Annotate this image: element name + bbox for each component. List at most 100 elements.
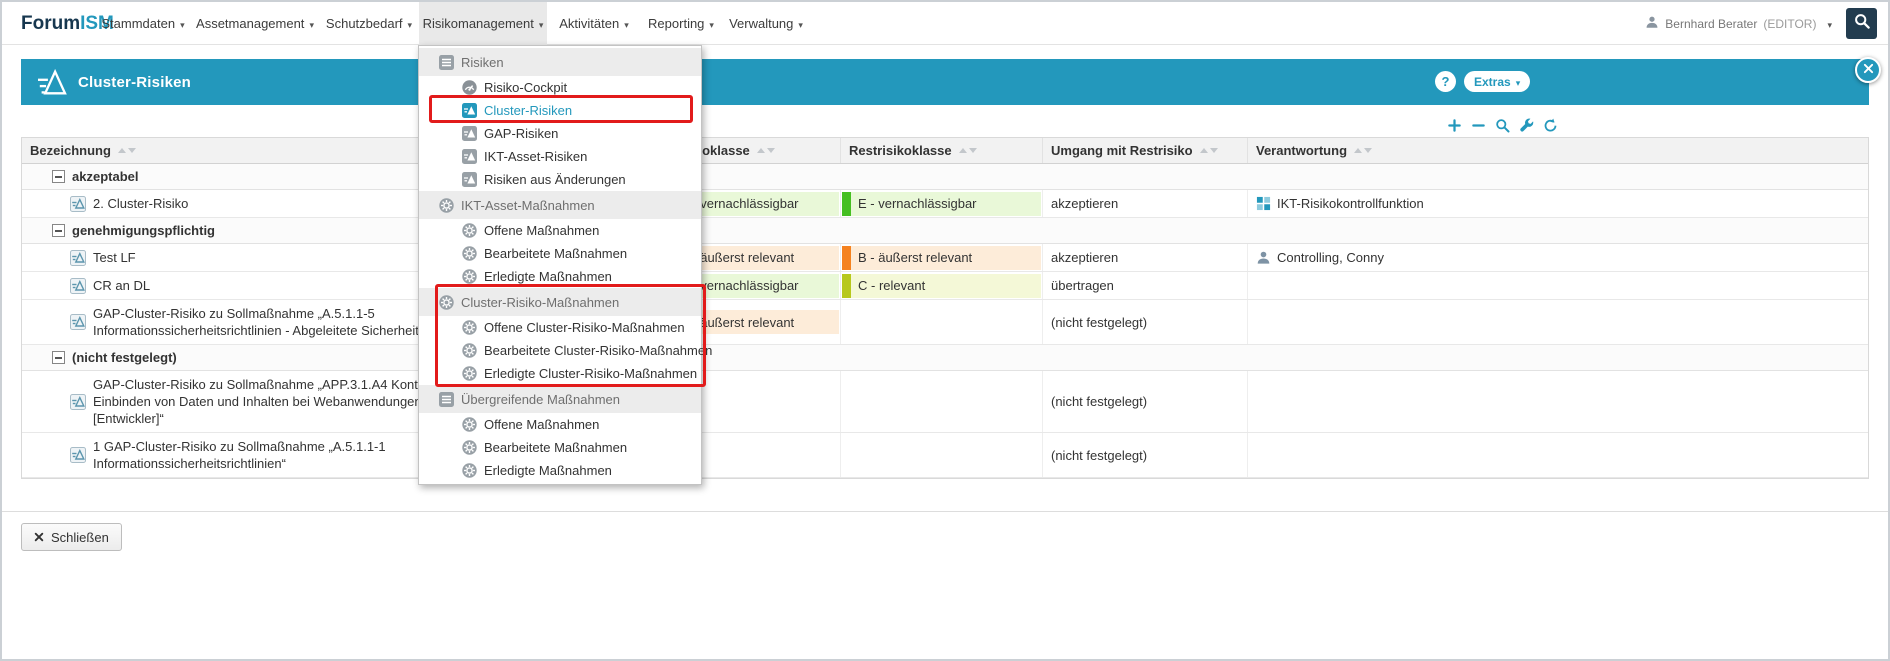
residual-risk-handling: (nicht festgelegt) <box>1043 371 1248 432</box>
refresh-icon[interactable] <box>1543 118 1558 133</box>
nav-item-risikomanagement[interactable]: Risikomanagement <box>419 2 547 45</box>
gear-icon <box>462 440 477 455</box>
sort-icons <box>1200 148 1218 153</box>
nav-item-assetmanagement[interactable]: Assetmanagement <box>191 2 319 45</box>
group-row-genehmigungspflichtig[interactable]: genehmigungspflichtig <box>22 218 1868 244</box>
chevron-down-icon <box>619 16 629 31</box>
chevron-down-icon <box>793 16 803 31</box>
collapse-icon[interactable] <box>52 224 65 237</box>
help-button[interactable]: ? <box>1435 71 1456 92</box>
column-header-verantwortung[interactable]: Verantwortung <box>1248 138 1872 163</box>
risk-name: CR an DL <box>93 272 150 299</box>
collapse-icon[interactable] <box>52 351 65 364</box>
collapse-icon[interactable] <box>52 170 65 183</box>
menu-item-gap-risiken[interactable]: GAP-Risiken <box>419 122 701 145</box>
residual-risk-class-badge: E - vernachlässigbar <box>842 192 1041 216</box>
group-row-akzeptabel[interactable]: akzeptabel <box>22 164 1868 190</box>
user-menu[interactable]: Bernhard Berater (EDITOR) <box>1645 2 1832 45</box>
gear-icon <box>439 198 454 213</box>
menu-item-offene-massnahmen[interactable]: Offene Maßnahmen <box>419 219 701 242</box>
menu-header-ikt-asset-massnahmen[interactable]: IKT-Asset-Maßnahmen <box>419 191 701 219</box>
gear-icon <box>462 417 477 432</box>
column-header-restrisikoklasse[interactable]: Restrisikoklasse <box>841 138 1043 163</box>
extras-button[interactable]: Extras <box>1464 71 1530 92</box>
risk-name: 2. Cluster-Risiko <box>93 190 188 217</box>
chevron-down-icon <box>1822 17 1832 31</box>
cluster-risk-icon <box>70 196 86 212</box>
close-icon <box>34 530 44 545</box>
list-icon <box>439 55 454 70</box>
user-name: Bernhard Berater <box>1665 17 1757 31</box>
logo-text-primary: Forum <box>21 13 80 35</box>
table-header-row: Bezeichnung Risikoklasse Restrisikoklass… <box>22 138 1868 164</box>
table-row-gap-cluster-risiko-app31a4[interactable]: GAP-Cluster-Risiko zu Sollmaßnahme „APP.… <box>22 371 1868 433</box>
search-icon[interactable] <box>1495 118 1510 133</box>
menu-item-offene-massnahmen-uebergreifend[interactable]: Offene Maßnahmen <box>419 413 701 436</box>
table-row-1-gap-cluster-risiko-a5111[interactable]: 1 GAP-Cluster-Risiko zu Sollmaßnahme „A.… <box>22 433 1868 478</box>
cluster-risk-icon <box>462 103 477 118</box>
gear-icon <box>439 295 454 310</box>
cluster-risk-icon <box>36 69 67 96</box>
remove-icon[interactable] <box>1471 118 1486 133</box>
list-icon <box>439 392 454 407</box>
sort-icons <box>757 148 775 153</box>
risk-name: Test LF <box>93 244 136 271</box>
menu-item-cluster-risiken[interactable]: Cluster-Risiken <box>419 99 701 122</box>
chevron-down-icon <box>1511 75 1521 89</box>
nav-item-verwaltung[interactable]: Verwaltung <box>721 2 811 45</box>
menu-item-risiken-aus-aenderungen[interactable]: Risiken aus Änderungen <box>419 168 701 191</box>
user-role: (EDITOR) <box>1763 17 1816 31</box>
wrench-icon[interactable] <box>1519 118 1534 133</box>
menu-item-erledigte-massnahmen[interactable]: Erledigte Maßnahmen <box>419 265 701 288</box>
table-row-test-lf[interactable]: Test LF B - äußerst relevant B - äußerst… <box>22 244 1868 272</box>
menu-item-erledigte-massnahmen-uebergreifend[interactable]: Erledigte Maßnahmen <box>419 459 701 482</box>
nav-item-schutzbedarf[interactable]: Schutzbedarf <box>319 2 419 45</box>
residual-risk-class-badge: C - relevant <box>842 274 1041 298</box>
menu-header-cluster-risiko-massnahmen[interactable]: Cluster-Risiko-Maßnahmen <box>419 288 701 316</box>
nav-item-reporting[interactable]: Reporting <box>641 2 721 45</box>
gear-icon <box>462 343 477 358</box>
cluster-risiken-table: Bezeichnung Risikoklasse Restrisikoklass… <box>21 137 1869 479</box>
chevron-down-icon <box>175 16 185 31</box>
person-icon <box>1256 250 1271 265</box>
responsible: Controlling, Conny <box>1277 250 1384 265</box>
chevron-down-icon <box>534 16 544 31</box>
panel-header: Cluster-Risiken ? Extras <box>21 59 1869 105</box>
nav-item-aktivitaeten[interactable]: Aktivitäten <box>547 2 641 45</box>
table-row-2-cluster-risiko[interactable]: 2. Cluster-Risiko E - vernachlässigbar E… <box>22 190 1868 218</box>
residual-risk-handling: (nicht festgelegt) <box>1043 433 1248 477</box>
table-row-cr-an-dl[interactable]: CR an DL E - vernachlässigbar C - releva… <box>22 272 1868 300</box>
global-search-button[interactable] <box>1846 8 1877 39</box>
person-icon <box>1645 15 1659 32</box>
menu-item-bearbeitete-massnahmen[interactable]: Bearbeitete Maßnahmen <box>419 242 701 265</box>
page-title: Cluster-Risiken <box>78 74 191 91</box>
residual-risk-handling: (nicht festgelegt) <box>1043 300 1248 344</box>
risikomanagement-dropdown-menu: Risiken Risiko-Cockpit Cluster-Risiken G… <box>418 45 702 485</box>
nav-item-stammdaten[interactable]: Stammdaten <box>95 2 191 45</box>
close-panel-button[interactable] <box>1855 57 1881 83</box>
menu-item-bearbeitete-massnahmen-uebergreifend[interactable]: Bearbeitete Maßnahmen <box>419 436 701 459</box>
responsible: IKT-Risikokontrollfunktion <box>1277 196 1424 211</box>
residual-risk-class-badge: B - äußerst relevant <box>842 246 1041 270</box>
residual-risk-handling: übertragen <box>1043 272 1248 299</box>
menu-item-erledigte-cluster-risiko-massnahmen[interactable]: Erledigte Cluster-Risiko-Maßnahmen <box>419 362 701 385</box>
table-row-gap-cluster-risiko-a5115[interactable]: GAP-Cluster-Risiko zu Sollmaßnahme „A.5.… <box>22 300 1868 345</box>
close-icon <box>1863 61 1874 79</box>
menu-item-bearbeitete-cluster-risiko-massnahmen[interactable]: Bearbeitete Cluster-Risiko-Maßnahmen <box>419 339 701 362</box>
close-button[interactable]: Schließen <box>21 523 122 551</box>
residual-risk-handling: akzeptieren <box>1043 244 1248 271</box>
menu-item-risiko-cockpit[interactable]: Risiko-Cockpit <box>419 76 701 99</box>
column-header-umgang[interactable]: Umgang mit Restrisiko <box>1043 138 1248 163</box>
gear-icon <box>462 463 477 478</box>
chevron-down-icon <box>403 16 413 31</box>
menu-item-ikt-asset-risiken[interactable]: IKT-Asset-Risiken <box>419 145 701 168</box>
app-window: ForumISM Stammdaten Assetmanagement Schu… <box>0 0 1890 661</box>
menu-header-uebergreifende-massnahmen[interactable]: Übergreifende Maßnahmen <box>419 385 701 413</box>
menu-item-offene-cluster-risiko-massnahmen[interactable]: Offene Cluster-Risiko-Maßnahmen <box>419 316 701 339</box>
risk-image-icon <box>462 172 477 187</box>
group-row-nicht-festgelegt[interactable]: (nicht festgelegt) <box>22 345 1868 371</box>
add-icon[interactable] <box>1447 118 1462 133</box>
chevron-down-icon <box>304 16 314 31</box>
chevron-down-icon <box>704 16 714 31</box>
menu-header-risiken[interactable]: Risiken <box>419 48 701 76</box>
